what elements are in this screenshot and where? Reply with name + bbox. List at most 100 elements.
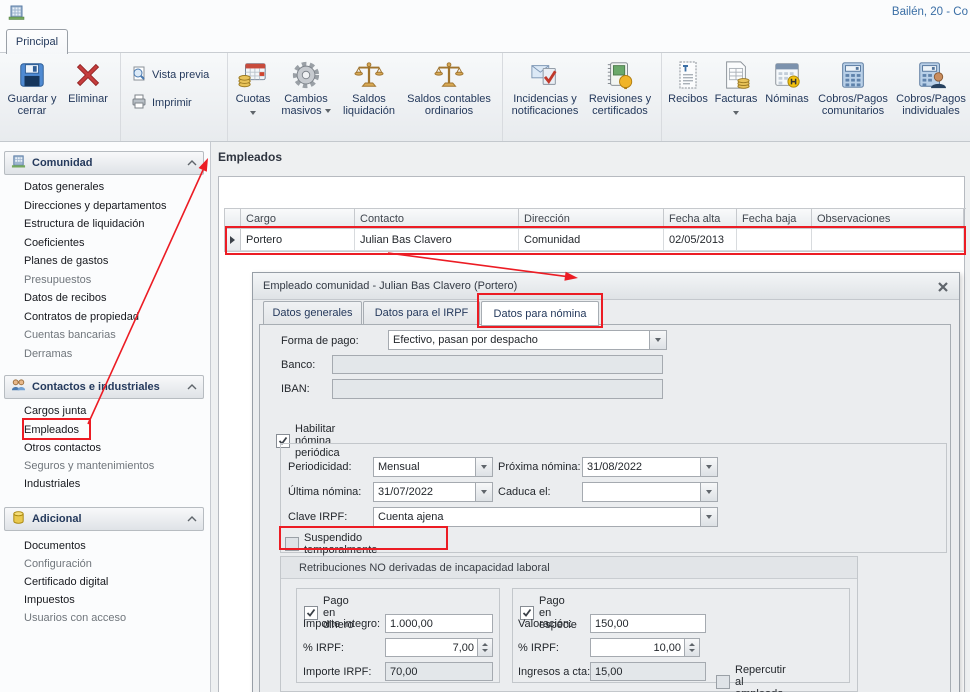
checkbox-unchecked-icon[interactable] xyxy=(285,537,299,551)
building-icon xyxy=(11,154,26,172)
column-header-observaciones[interactable]: Observaciones xyxy=(812,209,964,229)
checkbox-unchecked-icon[interactable] xyxy=(716,675,730,689)
proxima-nomina-label: Próxima nómina: xyxy=(498,461,581,473)
guardar-y-cerrar-button[interactable]: Guardar y cerrar xyxy=(3,55,61,123)
tab-principal[interactable]: Principal xyxy=(6,29,68,54)
sidebar-item-otros-contactos[interactable]: Otros contactos xyxy=(24,442,101,457)
ultima-nomina-datepicker[interactable]: 31/07/2022 xyxy=(373,482,493,502)
clave-irpf-combobox[interactable]: Cuenta ajena xyxy=(373,507,718,527)
sidebar-group-comunidad[interactable]: Comunidad xyxy=(4,151,204,175)
nominas-button[interactable]: Nóminas xyxy=(761,55,813,123)
column-header-direccion[interactable]: Dirección xyxy=(519,209,664,229)
imprimir-button[interactable]: Imprimir xyxy=(124,93,216,113)
sidebar-item-derramas[interactable]: Derramas xyxy=(24,348,72,363)
sidebar-item-industriales[interactable]: Industriales xyxy=(24,478,80,493)
clave-irpf-label: Clave IRPF: xyxy=(288,511,347,523)
importe-integro-label: Importe integro: xyxy=(303,618,380,630)
sidebar-item-empleados[interactable]: Empleados xyxy=(24,424,79,439)
close-icon[interactable] xyxy=(936,280,949,293)
sidebar-item-configuracion[interactable]: Configuración xyxy=(24,558,92,573)
chevron-down-icon xyxy=(733,111,739,115)
sidebar-item-certificado-digital[interactable]: Certificado digital xyxy=(24,576,108,591)
cell-direccion[interactable]: Comunidad xyxy=(519,229,664,251)
facturas-button[interactable]: Facturas xyxy=(711,55,761,123)
suspendido-checkbox[interactable]: Suspendido temporalmente xyxy=(285,532,377,556)
repercutir-checkbox[interactable]: Repercutir al empleado xyxy=(716,664,786,692)
column-header-fecha-baja[interactable]: Fecha baja xyxy=(737,209,812,229)
importe-integro-field[interactable]: 1.000,00 xyxy=(385,614,493,633)
column-header-cargo[interactable]: Cargo xyxy=(241,209,355,229)
chevron-down-icon[interactable] xyxy=(475,458,492,476)
sidebar-item-planes-gastos[interactable]: Planes de gastos xyxy=(24,255,108,270)
cell-contacto[interactable]: Julian Bas Clavero xyxy=(355,229,519,251)
calculator-icon xyxy=(838,57,868,93)
pct-irpf-especie-spinner[interactable]: 10,00 xyxy=(590,638,700,657)
dialog-title: Empleado comunidad - Julian Bas Clavero … xyxy=(263,280,517,292)
chevron-down-icon[interactable] xyxy=(700,458,717,476)
magnifier-page-icon xyxy=(131,66,147,85)
periodicidad-combobox[interactable]: Mensual xyxy=(373,457,493,477)
sidebar-item-cargos-junta[interactable]: Cargos junta xyxy=(24,405,86,420)
dialog-title-bar[interactable]: Empleado comunidad - Julian Bas Clavero … xyxy=(253,273,959,300)
sidebar-item-contratos-propiedad[interactable]: Contratos de propiedad xyxy=(24,311,139,326)
sidebar-item-datos-recibos[interactable]: Datos de recibos xyxy=(24,292,107,307)
saldos-liquidacion-button[interactable]: Saldos liquidación xyxy=(337,55,401,123)
forma-pago-combobox[interactable]: Efectivo, pasan por despacho xyxy=(388,330,667,350)
revisiones-button[interactable]: Revisiones y certificados xyxy=(584,55,656,123)
cell-cargo[interactable]: Portero xyxy=(241,229,355,251)
chevron-down-icon xyxy=(325,109,331,113)
sidebar-group-contactos[interactable]: Contactos e industriales xyxy=(4,375,204,399)
calendar-h-icon xyxy=(772,57,802,93)
tab-datos-nomina[interactable]: Datos para nómina xyxy=(481,301,599,326)
chevron-down-icon[interactable] xyxy=(700,483,717,501)
sidebar-item-presupuestos[interactable]: Presupuestos xyxy=(24,274,91,289)
row-indicator xyxy=(225,229,241,251)
cell-fecha-alta[interactable]: 02/05/2013 xyxy=(664,229,737,251)
sidebar-item-coeficientes[interactable]: Coeficientes xyxy=(24,237,85,252)
chevron-down-icon[interactable] xyxy=(649,331,666,349)
proxima-nomina-datepicker[interactable]: 31/08/2022 xyxy=(582,457,718,477)
tab-datos-generales[interactable]: Datos generales xyxy=(263,301,362,325)
spinner-arrows-icon[interactable] xyxy=(477,639,492,656)
cobros-pagos-individuales-button[interactable]: Cobros/Pagos individuales xyxy=(893,55,969,123)
saldos-contables-button[interactable]: Saldos contables ordinarios xyxy=(401,55,497,123)
table-row[interactable]: Portero Julian Bas Clavero Comunidad 02/… xyxy=(225,229,966,251)
chevron-down-icon[interactable] xyxy=(700,508,717,526)
sidebar-item-cuentas-bancarias[interactable]: Cuentas bancarias xyxy=(24,329,116,344)
tab-datos-irpf[interactable]: Datos para el IRPF xyxy=(363,301,480,325)
incidencias-button[interactable]: Incidencias y notificaciones xyxy=(506,55,584,123)
eliminar-button[interactable]: Eliminar xyxy=(61,55,115,123)
cuotas-button[interactable]: Cuotas xyxy=(231,55,275,123)
vista-previa-button[interactable]: Vista previa xyxy=(124,65,216,85)
sidebar-item-direcciones[interactable]: Direcciones y departamentos xyxy=(24,200,166,215)
column-header-contacto[interactable]: Contacto xyxy=(355,209,519,229)
importe-irpf-field: 70,00 xyxy=(385,662,493,681)
receipt-icon xyxy=(676,57,700,93)
cell-fecha-baja[interactable] xyxy=(737,229,812,251)
spinner-arrows-icon[interactable] xyxy=(684,639,699,656)
caduca-el-datepicker[interactable] xyxy=(582,482,718,502)
application-window: Bailén, 20 - Co Principal Guardar y cerr… xyxy=(0,0,970,692)
pct-irpf-dinero-spinner[interactable]: 7,00 xyxy=(385,638,493,657)
column-header-fecha-alta[interactable]: Fecha alta xyxy=(664,209,737,229)
calculator-person-icon xyxy=(916,57,946,93)
sidebar-item-datos-generales[interactable]: Datos generales xyxy=(24,181,104,196)
scales-icon xyxy=(434,57,464,93)
gear-icon xyxy=(291,57,321,93)
sidebar-group-adicional[interactable]: Adicional xyxy=(4,507,204,531)
sidebar-item-estructura-liquidacion[interactable]: Estructura de liquidación xyxy=(24,218,144,233)
app-building-icon xyxy=(8,4,25,21)
printer-icon xyxy=(131,94,147,113)
chevron-down-icon[interactable] xyxy=(475,483,492,501)
recibos-button[interactable]: Recibos xyxy=(665,55,711,123)
cobros-pagos-comunitarios-button[interactable]: Cobros/Pagos comunitarios xyxy=(813,55,893,123)
valoracion-label: Valoración: xyxy=(518,618,572,630)
sidebar-item-seguros[interactable]: Seguros y mantenimientos xyxy=(24,460,154,475)
cambios-masivos-button[interactable]: Cambios masivos xyxy=(275,55,337,123)
chevron-up-icon xyxy=(187,157,197,169)
sidebar-item-documentos[interactable]: Documentos xyxy=(24,540,86,555)
valoracion-field[interactable]: 150,00 xyxy=(590,614,706,633)
cell-observaciones[interactable] xyxy=(812,229,964,251)
sidebar-item-impuestos[interactable]: Impuestos xyxy=(24,594,75,609)
sidebar-item-usuarios-acceso[interactable]: Usuarios con acceso xyxy=(24,612,126,627)
